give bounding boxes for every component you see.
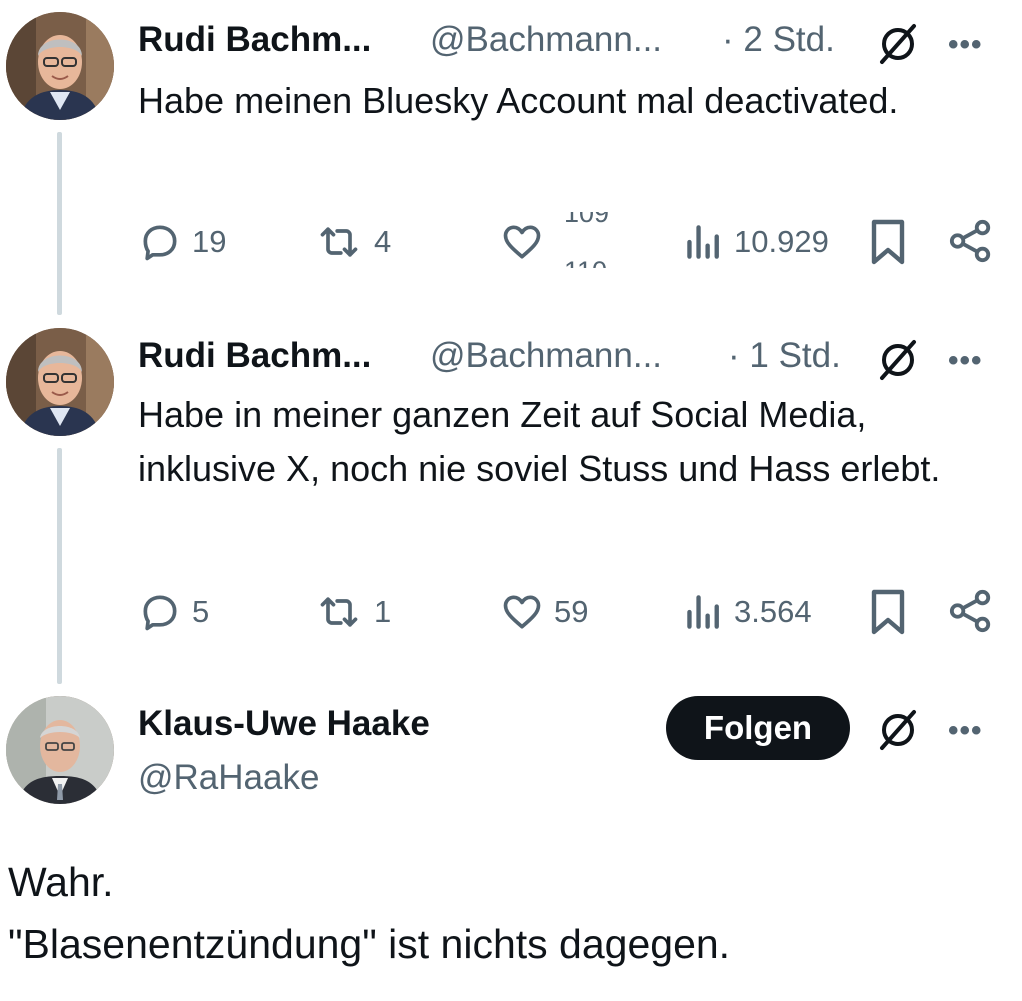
avatar-rudi-1[interactable] <box>6 12 114 120</box>
grok-icon[interactable] <box>876 22 920 66</box>
bookmark-icon <box>871 589 905 635</box>
like-button[interactable] <box>500 220 544 264</box>
share-icon <box>949 589 991 633</box>
bookmark-button[interactable] <box>868 588 908 636</box>
author-name[interactable]: Klaus-Uwe Haake <box>138 704 430 744</box>
more-icon[interactable]: ••• <box>948 714 983 748</box>
author-name[interactable]: Rudi Bachm... <box>138 336 371 376</box>
author-handle[interactable]: @Bachmann... <box>430 336 662 376</box>
avatar-rudi-2[interactable] <box>6 328 114 436</box>
thread-line-1 <box>57 132 62 315</box>
author-handle[interactable]: @Bachmann... <box>430 20 662 60</box>
follow-button[interactable]: Folgen <box>666 696 850 760</box>
like-count: 59 <box>554 594 589 629</box>
more-icon[interactable]: ••• <box>948 28 983 62</box>
like-count-old: 109 <box>564 212 610 228</box>
main-tweet-text-line1: Wahr. <box>8 859 114 905</box>
like-icon <box>503 225 541 259</box>
views-count: 10.929 <box>734 224 829 259</box>
tweet-text: Habe meinen Bluesky Account mal deactiva… <box>138 80 899 121</box>
repost-icon <box>320 597 358 627</box>
share-button[interactable] <box>948 588 994 634</box>
views-count: 3.564 <box>734 594 812 629</box>
repost-count: 4 <box>374 224 392 259</box>
like-count-rolling: 109 110 <box>556 212 626 268</box>
avatar-klaus[interactable] <box>6 696 114 804</box>
repost-icon <box>320 227 358 257</box>
repost-button[interactable]: 4 <box>314 220 391 264</box>
like-icon <box>503 595 541 629</box>
views-icon <box>687 225 719 259</box>
grok-icon[interactable] <box>876 338 920 382</box>
author-name[interactable]: Rudi Bachm... <box>138 20 371 60</box>
tweet-time[interactable]: · 1 Std. <box>728 336 841 376</box>
share-icon <box>949 219 991 263</box>
bookmark-button[interactable] <box>868 218 908 266</box>
main-tweet-text-line2: "Blasenentzündung" ist nichts dagegen. <box>8 921 731 967</box>
share-button[interactable] <box>948 218 994 264</box>
reply-icon <box>143 595 177 631</box>
thread-line-2 <box>57 448 62 684</box>
tweet-time[interactable]: · 2 Std. <box>722 20 835 60</box>
reply-button[interactable]: 5 <box>138 590 209 634</box>
author-handle[interactable]: @RaHaake <box>138 758 319 798</box>
like-count-new: 110 <box>564 256 607 268</box>
tweet-text: Habe in meiner ganzen Zeit auf Social Me… <box>138 394 941 489</box>
bookmark-icon <box>871 219 905 265</box>
reply-icon <box>143 225 177 261</box>
views-button[interactable]: 3.564 <box>684 590 812 634</box>
more-icon[interactable]: ••• <box>948 344 983 378</box>
like-button[interactable]: 59 <box>500 590 588 634</box>
grok-icon[interactable] <box>876 708 920 752</box>
reply-count: 5 <box>192 594 210 629</box>
repost-count: 1 <box>374 594 392 629</box>
views-button[interactable]: 10.929 <box>684 220 829 264</box>
repost-button[interactable]: 1 <box>314 590 391 634</box>
reply-button[interactable]: 19 <box>138 220 226 264</box>
reply-count: 19 <box>192 224 227 259</box>
views-icon <box>687 595 719 629</box>
